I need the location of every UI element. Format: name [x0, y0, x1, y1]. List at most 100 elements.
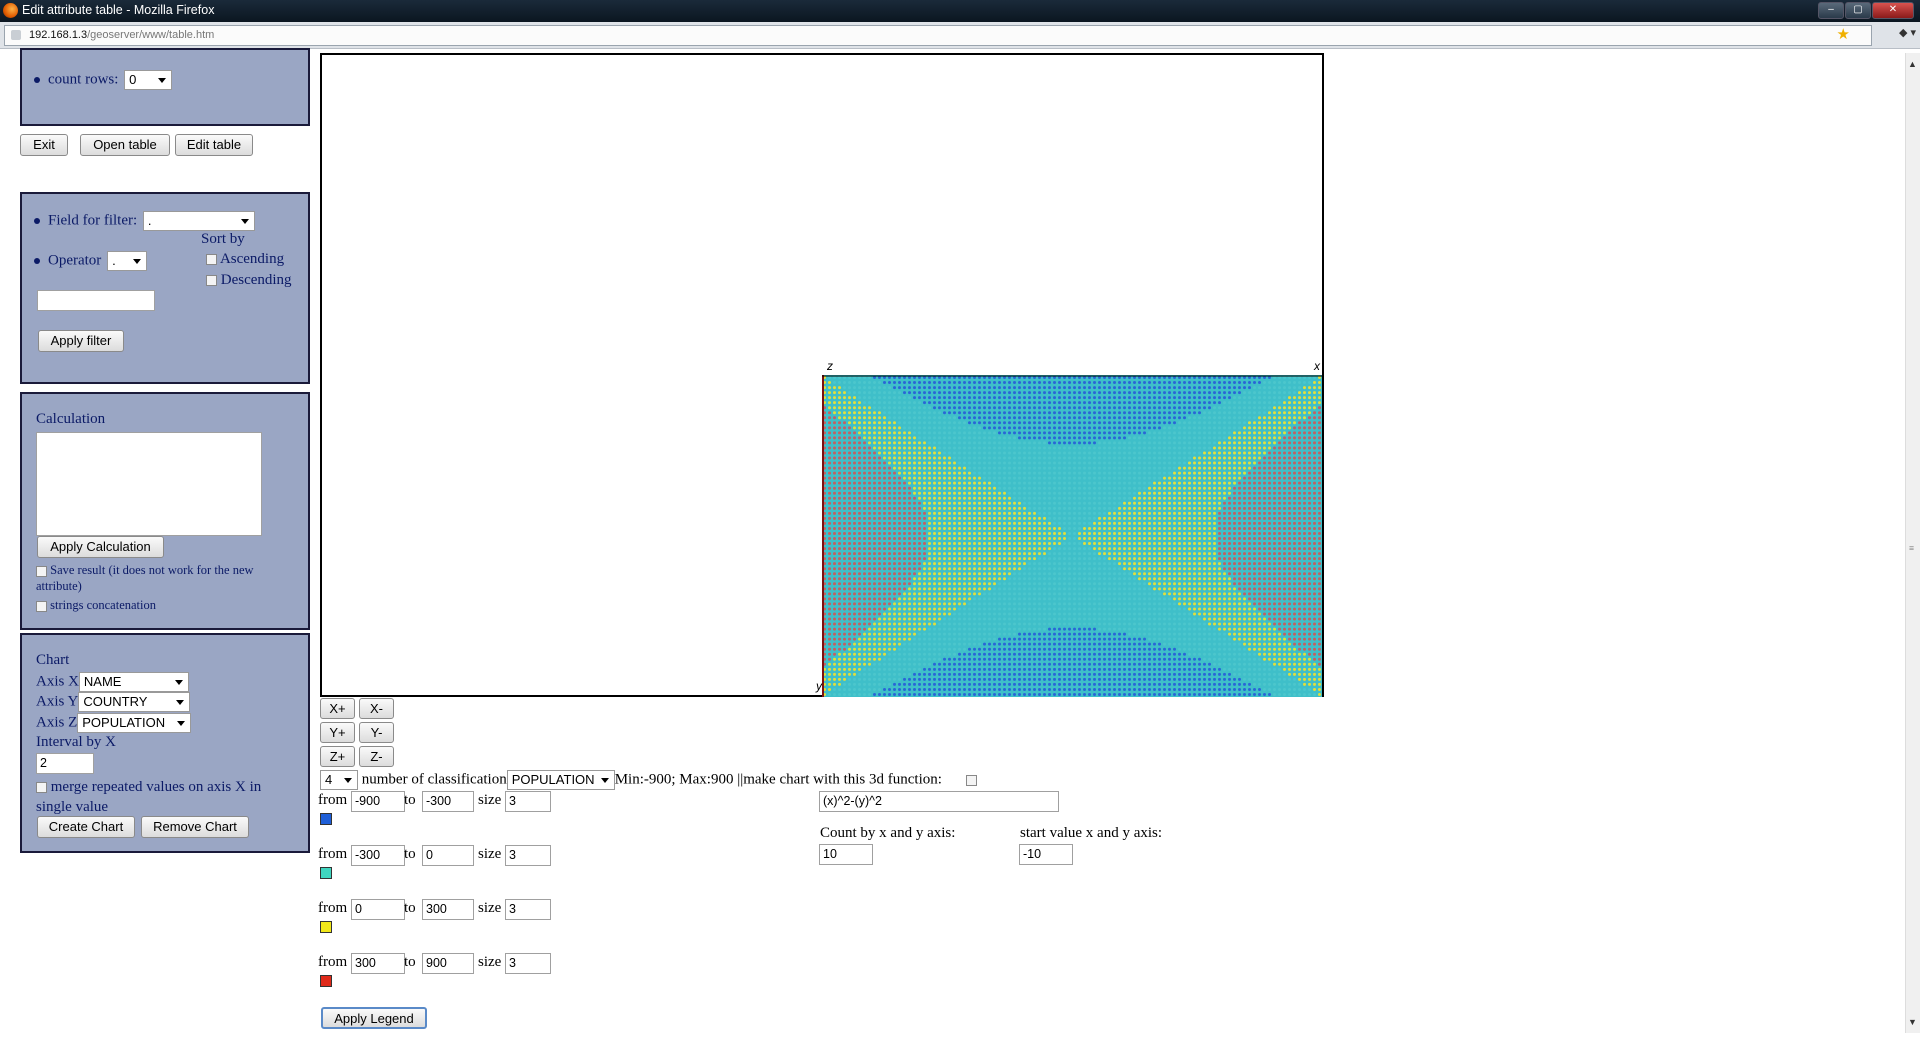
- chart-point: [1118, 386, 1121, 390]
- axis-z-select[interactable]: POPULATION: [77, 713, 192, 733]
- chart-point: [1133, 426, 1136, 430]
- minimize-button[interactable]: –: [1818, 2, 1844, 19]
- open-table-button[interactable]: Open table: [80, 134, 170, 156]
- exit-button[interactable]: Exit: [20, 134, 68, 156]
- chart-point: [1108, 577, 1111, 581]
- chart-point: [1243, 567, 1246, 571]
- field-for-filter-select[interactable]: .: [142, 211, 255, 231]
- chart-point: [1313, 391, 1316, 395]
- chart-point: [1193, 456, 1196, 460]
- interval-input[interactable]: 2: [36, 753, 94, 774]
- chart-point: [1023, 391, 1026, 395]
- chart-point: [1288, 396, 1291, 400]
- chart-point: [1003, 476, 1006, 480]
- chart-point: [998, 572, 1001, 576]
- chart-point: [988, 592, 991, 596]
- site-identity-icon[interactable]: [11, 30, 21, 40]
- chart-point: [908, 381, 911, 385]
- chart-point: [1038, 421, 1041, 425]
- filter-value-input[interactable]: [37, 290, 155, 311]
- count-rows-select[interactable]: 0: [124, 70, 173, 90]
- chart-point: [1038, 466, 1041, 470]
- close-button[interactable]: ✕: [1872, 2, 1914, 19]
- chart-point: [1088, 552, 1091, 556]
- apply-calculation-button[interactable]: Apply Calculation: [37, 536, 164, 558]
- chart-point: [1128, 567, 1131, 571]
- chart-point: [903, 511, 906, 515]
- chart-point: [948, 451, 951, 455]
- axis-x-select[interactable]: NAME: [78, 672, 189, 692]
- chart-point: [1178, 531, 1181, 535]
- chart-point: [1128, 511, 1131, 515]
- chart-point: [988, 587, 991, 591]
- chart-point: [858, 406, 861, 410]
- chart-point: [1108, 597, 1111, 601]
- chart-point: [1083, 562, 1086, 566]
- edit-table-button[interactable]: Edit table: [175, 134, 253, 156]
- apply-filter-button[interactable]: Apply filter: [38, 330, 124, 352]
- chart-point: [853, 396, 856, 400]
- chart-point: [1058, 607, 1061, 611]
- chart-point: [1058, 521, 1061, 525]
- axis-y-select[interactable]: COUNTRY: [78, 692, 191, 712]
- chart-point: [1273, 572, 1276, 576]
- chart-point: [843, 436, 846, 440]
- chart-point: [1143, 501, 1146, 505]
- chart-point: [873, 496, 876, 500]
- chart-point: [1098, 471, 1101, 475]
- chart-point: [1053, 401, 1056, 405]
- url-input[interactable]: 192.168.1.3/geoserver/www/table.htm: [4, 25, 1872, 46]
- chart-point: [1068, 597, 1071, 601]
- maximize-button[interactable]: ▢: [1845, 2, 1871, 19]
- merge-values-checkbox[interactable]: [36, 782, 47, 794]
- chart-point: [893, 612, 896, 616]
- chart-point: [1018, 537, 1021, 541]
- strings-concatenation-checkbox[interactable]: [36, 600, 47, 612]
- descending-checkbox[interactable]: [206, 275, 217, 287]
- chart-point: [958, 446, 961, 450]
- chart-point: [1238, 587, 1241, 591]
- chart-point: [1218, 602, 1221, 606]
- chart-point: [1023, 461, 1026, 465]
- save-result-checkbox[interactable]: [36, 565, 47, 577]
- chart-point: [963, 597, 966, 601]
- chart-point: [978, 511, 981, 515]
- chart-point: [868, 567, 871, 571]
- menu-chevron-icon[interactable]: ◆ ▾: [1899, 26, 1916, 39]
- chart-point: [978, 486, 981, 490]
- chart-point: [1308, 471, 1311, 475]
- chart-point: [1213, 441, 1216, 445]
- chart-point: [1228, 526, 1231, 530]
- chart-point: [1193, 436, 1196, 440]
- create-chart-button[interactable]: Create Chart: [37, 816, 135, 838]
- chart-point: [1128, 421, 1131, 425]
- chart-point: [1248, 456, 1251, 460]
- chart-point: [943, 466, 946, 470]
- chart-canvas[interactable]: z x y: [320, 53, 1324, 697]
- chart-point: [1148, 537, 1151, 541]
- chart-point: [978, 537, 981, 541]
- chart-point: [1018, 552, 1021, 556]
- chart-point: [1098, 572, 1101, 576]
- chart-point: [888, 491, 891, 495]
- chart-point: [1218, 526, 1221, 530]
- chart-point: [1213, 552, 1216, 556]
- chart-point: [1143, 401, 1146, 405]
- ascending-checkbox[interactable]: [206, 254, 217, 266]
- operator-select[interactable]: .: [107, 251, 148, 271]
- chart-point: [1228, 411, 1231, 415]
- chart-point: [1273, 562, 1276, 566]
- chart-point: [1028, 562, 1031, 566]
- chart-point: [1223, 431, 1226, 435]
- chart-point: [848, 526, 851, 530]
- chart-point: [1048, 421, 1051, 425]
- calculation-textarea[interactable]: [36, 432, 262, 536]
- remove-chart-button[interactable]: Remove Chart: [141, 816, 249, 838]
- chart-point: [1153, 552, 1156, 556]
- chart-point: [853, 491, 856, 495]
- chart-point: [978, 481, 981, 485]
- chart-point: [968, 501, 971, 505]
- bookmark-star-icon[interactable]: ★: [1837, 25, 1850, 44]
- chart-point: [1293, 426, 1296, 430]
- axis-z-label: Axis Z: [36, 714, 78, 731]
